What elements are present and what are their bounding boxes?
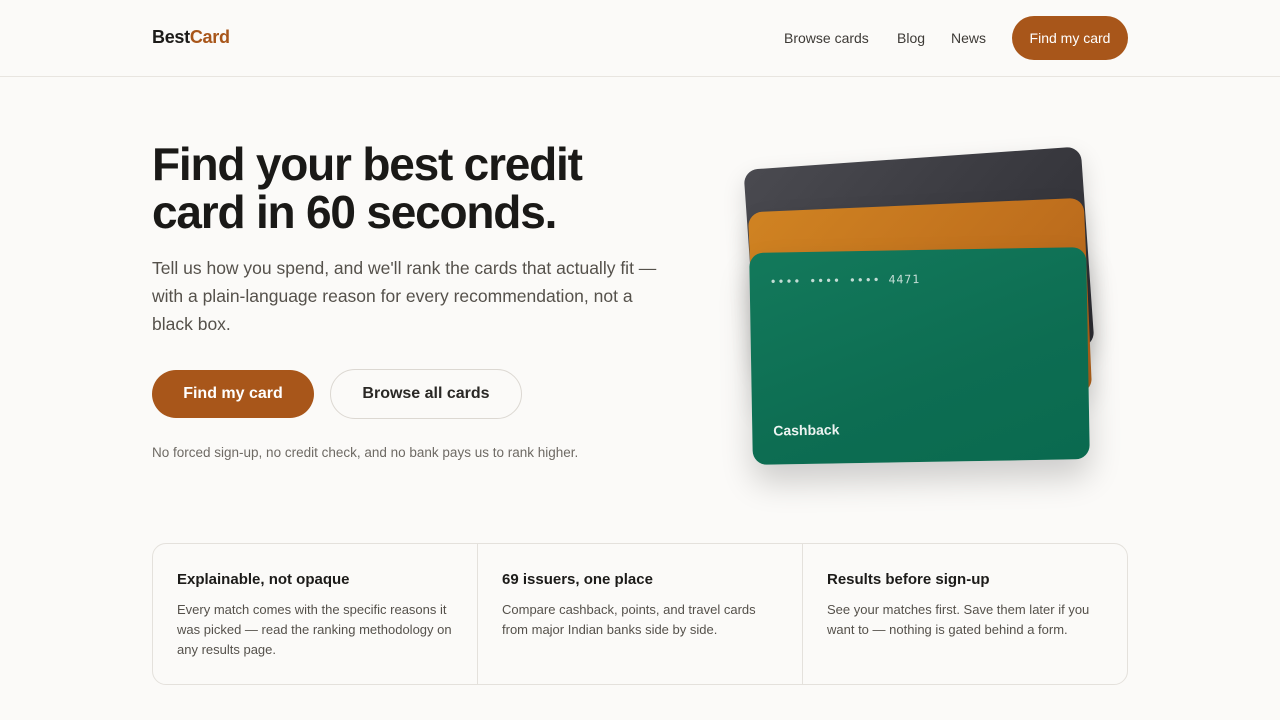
front-card-green: •••• •••• •••• 4471 Cashback <box>749 247 1090 465</box>
feature-text: Compare cashback, points, and travel car… <box>502 602 756 637</box>
feature-title: 69 issuers, one place <box>502 571 653 588</box>
hero-disclaimer-note: No forced sign-up, no credit check, and … <box>152 445 579 460</box>
nav-news-link[interactable]: News <box>951 30 986 46</box>
logo-main-text: Best <box>152 27 190 47</box>
feature-issuers: 69 issuers, one place Compare cashback, … <box>478 544 803 684</box>
nav-blog-link[interactable]: Blog <box>897 30 925 46</box>
hero-title: Find your best credit card in 60 seconds… <box>152 138 583 238</box>
card-number: •••• •••• •••• 4471 <box>769 271 921 289</box>
feature-text: See your matches first. Save them later … <box>827 602 1090 637</box>
nav-browse-cards-link[interactable]: Browse cards <box>784 30 869 46</box>
hero-description: Tell us how you spend, and we'll rank th… <box>152 258 657 334</box>
bestcard-logo[interactable]: BestCard <box>152 27 230 48</box>
header-find-my-card-button[interactable]: Find my card <box>1012 16 1128 60</box>
feature-title: Explainable, not opaque <box>177 571 350 588</box>
find-my-card-button[interactable]: Find my card <box>152 370 314 418</box>
feature-results-before-signup: Results before sign-up See your matches … <box>803 544 1127 684</box>
features-panel: Explainable, not opaque Every match come… <box>152 543 1128 685</box>
feature-title: Results before sign-up <box>827 571 990 588</box>
feature-text: Every match comes with the specific reas… <box>177 602 452 657</box>
site-header: BestCard Browse cards Blog News Find my … <box>0 0 1280 77</box>
logo-accent-text: Card <box>189 27 230 47</box>
browse-all-cards-button[interactable]: Browse all cards <box>330 369 522 419</box>
feature-explainable: Explainable, not opaque Every match come… <box>153 544 478 684</box>
card-type-label: Cashback <box>773 421 840 439</box>
